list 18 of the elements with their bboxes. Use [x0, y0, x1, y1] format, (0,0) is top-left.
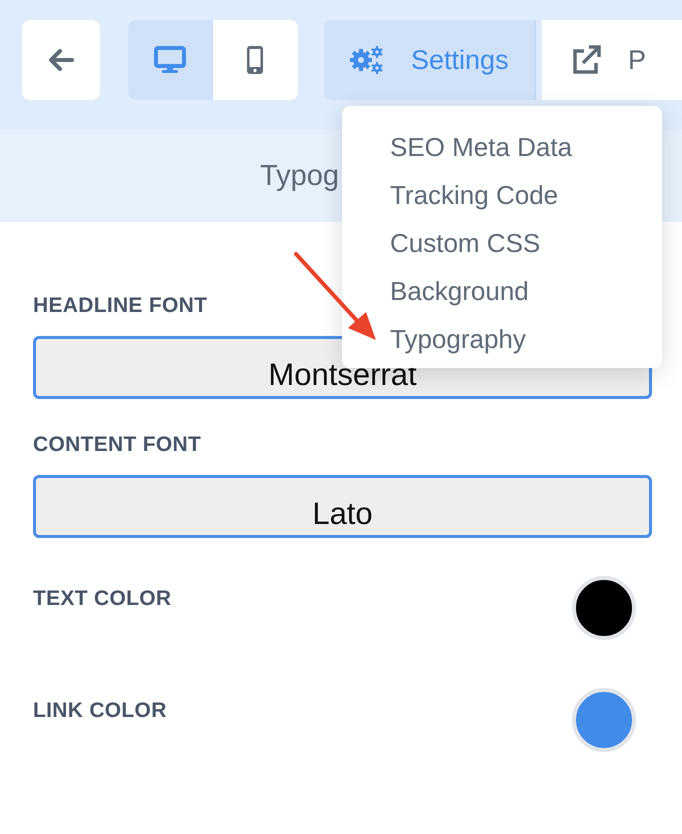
section-title: Typog [260, 160, 339, 192]
mobile-view-button[interactable] [212, 20, 298, 100]
field-label: CONTENT FONT [33, 433, 202, 457]
gears-icon [349, 45, 386, 75]
menu-item[interactable]: Tracking Code [342, 176, 662, 224]
field-label: HEADLINE FONT [33, 294, 208, 318]
phone-icon [246, 45, 264, 75]
desktop-view-button[interactable] [128, 20, 213, 100]
back-button[interactable] [22, 20, 100, 100]
menu-item[interactable]: Background [342, 272, 662, 320]
menu-item[interactable]: SEO Meta Data [342, 128, 662, 176]
back-arrow-icon [48, 49, 74, 71]
monitor-icon [154, 46, 186, 74]
field-label: TEXT COLOR [33, 587, 172, 611]
menu-item[interactable]: Custom CSS [342, 224, 662, 272]
preview-button[interactable]: P [542, 20, 682, 100]
field-label: LINK COLOR [33, 699, 167, 723]
font-select[interactable]: Lato [33, 475, 652, 538]
